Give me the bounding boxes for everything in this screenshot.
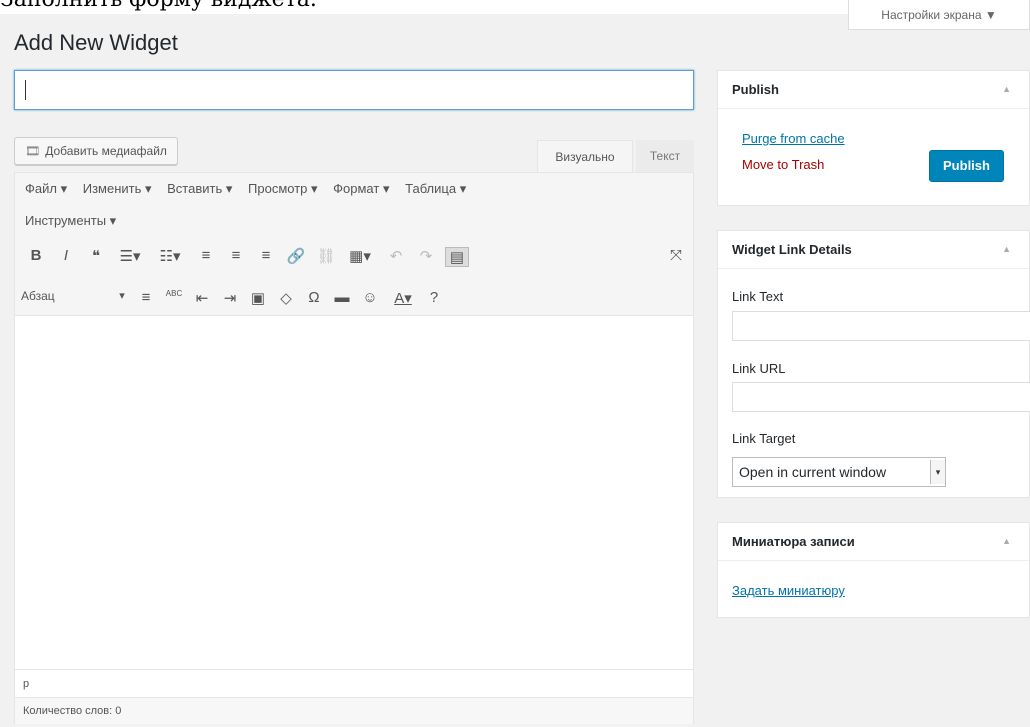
menu-format[interactable]: Формат ▾ bbox=[333, 181, 389, 196]
link-text-label: Link Text bbox=[732, 289, 784, 304]
menu-insert[interactable]: Вставить ▾ bbox=[167, 181, 232, 196]
link-text-input[interactable] bbox=[732, 311, 1030, 341]
toolbar-toggle-button[interactable]: ▤ bbox=[445, 247, 469, 267]
featured-image-box-header[interactable]: Миниатюра записи ▲ bbox=[718, 523, 1029, 561]
collapse-arrow-icon[interactable]: ▲ bbox=[1002, 71, 1011, 108]
widget-link-box-header[interactable]: Widget Link Details ▲ bbox=[718, 231, 1029, 269]
menu-file[interactable]: Файл ▾ bbox=[25, 181, 67, 196]
bold-button[interactable]: B bbox=[25, 247, 47, 264]
read-more-button[interactable]: ▬ bbox=[331, 289, 353, 306]
media-icon: 🎞 bbox=[25, 144, 41, 158]
clear-formatting-button[interactable]: ◇ bbox=[275, 289, 297, 307]
text-color-button[interactable]: A▾ bbox=[387, 289, 419, 307]
add-media-button[interactable]: 🎞 Добавить медиафайл bbox=[14, 137, 178, 165]
format-select-arrow[interactable]: ▾ bbox=[111, 289, 133, 302]
title-input[interactable] bbox=[14, 70, 694, 110]
align-right-button[interactable]: ≡ bbox=[255, 247, 277, 264]
text-cursor bbox=[25, 80, 26, 100]
set-featured-image-link[interactable]: Задать миниатюру bbox=[732, 583, 845, 598]
featured-image-box: Миниатюра записи ▲ Задать миниатюру bbox=[717, 522, 1030, 618]
page-caption: Заполнить форму виджета. bbox=[0, 0, 860, 14]
bullet-list-button[interactable]: ☰▾ bbox=[115, 247, 145, 265]
format-select[interactable]: Абзац bbox=[21, 289, 101, 303]
menubar-row: Файл ▾ Изменить ▾ Вставить ▾ Просмотр ▾ … bbox=[25, 181, 478, 197]
link-target-label: Link Target bbox=[732, 431, 796, 446]
undo-button[interactable]: ↶ bbox=[385, 247, 407, 265]
collapse-arrow-icon[interactable]: ▲ bbox=[1002, 231, 1011, 268]
select-arrow-icon: ▾ bbox=[930, 460, 945, 484]
unlink-button[interactable]: ⛓ bbox=[315, 247, 337, 265]
link-button[interactable]: 🔗 bbox=[285, 247, 307, 265]
editor-menubar: Файл ▾ Изменить ▾ Вставить ▾ Просмотр ▾ … bbox=[15, 173, 693, 242]
paste-text-button[interactable]: ▣ bbox=[247, 289, 269, 307]
publish-button[interactable]: Publish bbox=[929, 150, 1004, 182]
page-title: Add New Widget bbox=[14, 30, 178, 55]
tab-text[interactable]: Текст bbox=[636, 140, 694, 172]
widget-link-details-box: Widget Link Details ▲ Link Text Link URL … bbox=[717, 230, 1030, 498]
align-center-button[interactable]: ≡ bbox=[225, 247, 247, 264]
editor-content[interactable] bbox=[15, 316, 693, 669]
tab-visual[interactable]: Визуально bbox=[537, 140, 633, 172]
publish-box-title: Publish bbox=[732, 82, 779, 97]
hr-button[interactable]: ≡ bbox=[135, 289, 157, 306]
fullscreen-button[interactable]: ⤧ bbox=[665, 247, 687, 264]
word-count: Количество слов: 0 bbox=[15, 697, 693, 724]
move-to-trash-link[interactable]: Move to Trash bbox=[742, 157, 824, 172]
strikethrough-button[interactable]: ABC bbox=[163, 289, 185, 298]
italic-button[interactable]: I bbox=[55, 247, 77, 264]
purge-cache-link[interactable]: Purge from cache bbox=[742, 131, 845, 146]
link-target-select[interactable]: Open in current window ▾ bbox=[732, 457, 946, 487]
collapse-arrow-icon[interactable]: ▲ bbox=[1002, 523, 1011, 560]
element-path: p bbox=[15, 669, 693, 697]
publish-box: Publish ▲ Purge from cache Move to Trash … bbox=[717, 70, 1030, 206]
special-char-button[interactable]: Ω bbox=[303, 289, 325, 306]
toolbar-primary: B I ❝ ☰▾ ☷▾ ≡ ≡ ≡ 🔗 ⛓ ▦▾ ↶ ↷ ▤ ⤧ bbox=[15, 241, 693, 283]
blockquote-button[interactable]: ❝ bbox=[85, 247, 107, 265]
widget-link-box-title: Widget Link Details bbox=[732, 242, 852, 257]
table-button[interactable]: ▦▾ bbox=[345, 247, 375, 265]
emoji-button[interactable]: ☺ bbox=[359, 289, 381, 306]
align-left-button[interactable]: ≡ bbox=[195, 247, 217, 264]
indent-button[interactable]: ⇥ bbox=[219, 289, 241, 307]
editor: Файл ▾ Изменить ▾ Вставить ▾ Просмотр ▾ … bbox=[14, 172, 694, 724]
link-url-input[interactable] bbox=[732, 382, 1030, 412]
menu-table[interactable]: Таблица ▾ bbox=[405, 181, 466, 196]
featured-image-box-title: Миниатюра записи bbox=[732, 534, 855, 549]
numbered-list-button[interactable]: ☷▾ bbox=[155, 247, 185, 265]
menu-view[interactable]: Просмотр ▾ bbox=[248, 181, 318, 196]
menu-tools[interactable]: Инструменты ▾ bbox=[25, 213, 116, 228]
publish-box-header[interactable]: Publish ▲ bbox=[718, 71, 1029, 109]
screen-options-button[interactable]: Настройки экрана ▼ bbox=[848, 0, 1030, 30]
outdent-button[interactable]: ⇤ bbox=[191, 289, 213, 307]
link-url-label: Link URL bbox=[732, 361, 786, 376]
redo-button[interactable]: ↷ bbox=[415, 247, 437, 265]
menubar-row: Инструменты ▾ bbox=[25, 213, 128, 229]
help-button[interactable]: ? bbox=[423, 289, 445, 306]
toolbar-secondary: Абзац ▾ ≡ ABC ⇤ ⇥ ▣ ◇ Ω ▬ ☺ A▾ ? bbox=[15, 283, 693, 316]
menu-edit[interactable]: Изменить ▾ bbox=[83, 181, 152, 196]
